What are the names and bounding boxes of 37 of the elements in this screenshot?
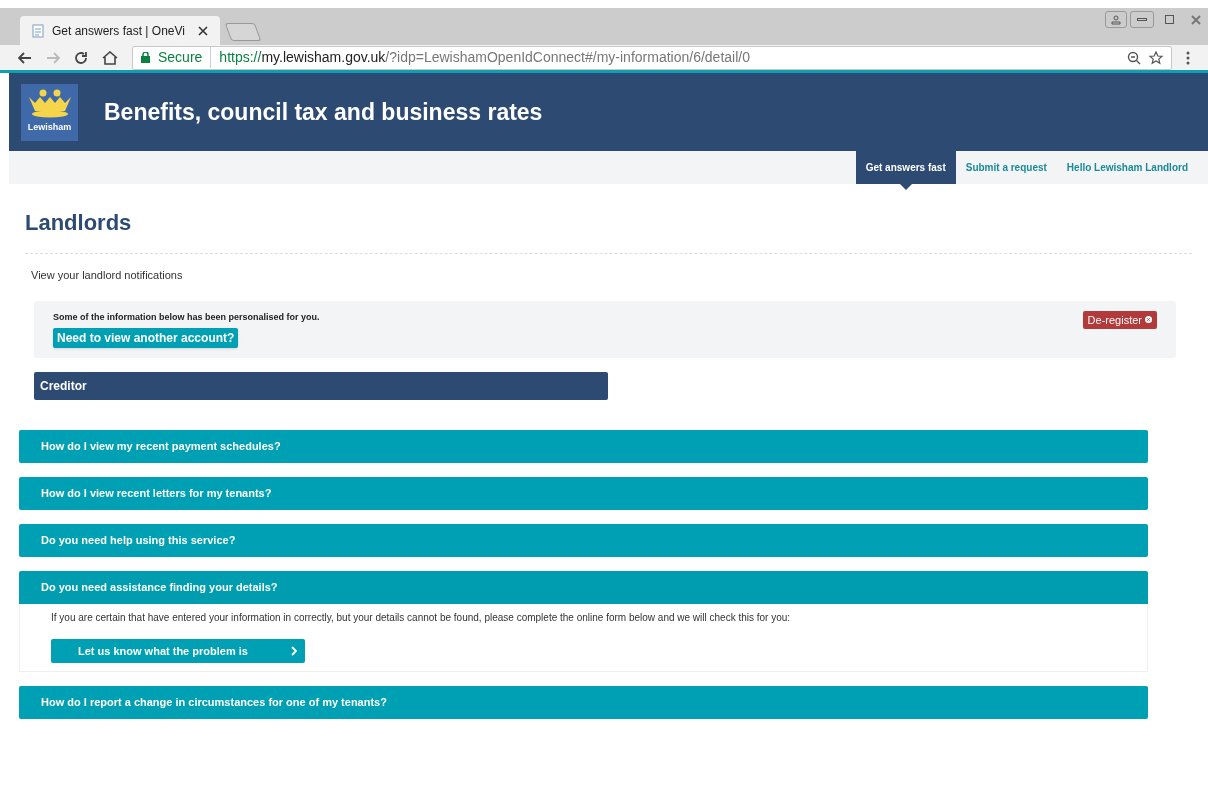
minimize-icon[interactable] (1130, 11, 1154, 28)
intro-text: View your landlord notifications (31, 268, 184, 283)
nav-tab[interactable]: Hello Lewisham Landlord (1056, 151, 1198, 184)
accordion-header[interactable]: Do you need help using this service? (19, 524, 1148, 557)
browser-tab[interactable]: Get answers fast | OneVi (20, 16, 220, 45)
accordion-header[interactable]: How do I report a change in circumstances for one of my tenants? (19, 686, 1148, 719)
secure-label: Secure (158, 47, 212, 68)
reload-icon[interactable] (74, 50, 88, 65)
chevron-icon (291, 646, 297, 656)
notice-text: Some of the information below has been personalised for you. (53, 310, 320, 324)
deregister-button[interactable]: De-register (1082, 310, 1157, 329)
logo-text: Lewisham (27, 121, 72, 135)
lock-icon (141, 52, 150, 63)
nav-tab[interactable]: Submit a request (955, 151, 1057, 184)
zoom-out-icon[interactable] (1127, 50, 1141, 65)
url-text: https://my.lewisham.gov.uk/?idp=LewishamOpenIdConnect#/my-information/6/detail/0 (219, 48, 750, 67)
crown-icon (26, 89, 73, 120)
view-account-button[interactable]: Need to view another account? (53, 328, 239, 348)
page-heading: Landlords (25, 206, 1192, 254)
answer-text: If you are certain that have entered your information in correctly, but your details cannot be found, please complete the online form below and we will check this for you: (51, 611, 792, 625)
accordion-header[interactable]: How do I view my recent payment schedules? (19, 430, 1148, 463)
creditor-header: Creditor (34, 372, 608, 400)
report-problem-button[interactable]: Let us know what the problem is (51, 639, 305, 663)
close-icon (1145, 316, 1152, 324)
tab-title: Get answers fast | OneVi (52, 22, 185, 40)
star-icon[interactable] (1149, 50, 1163, 65)
accordion-header[interactable]: Do you need assistance finding your details? (19, 571, 1148, 604)
back-icon[interactable] (18, 51, 32, 64)
profile-icon[interactable] (1105, 11, 1127, 28)
home-icon[interactable] (102, 50, 118, 65)
menu-icon[interactable] (1186, 50, 1190, 65)
accordion-header[interactable]: How do I view recent letters for my tenants? (19, 477, 1148, 510)
pointer-icon (899, 184, 912, 190)
close-icon[interactable] (198, 25, 208, 36)
site-title: Benefits, council tax and business rates (104, 97, 543, 127)
address-bar[interactable]: Secure https://my.lewisham.gov.uk/?idp=LewishamOpenIdConnect#/my-information/6/detail/0 (132, 45, 1172, 70)
page-icon (32, 23, 44, 38)
